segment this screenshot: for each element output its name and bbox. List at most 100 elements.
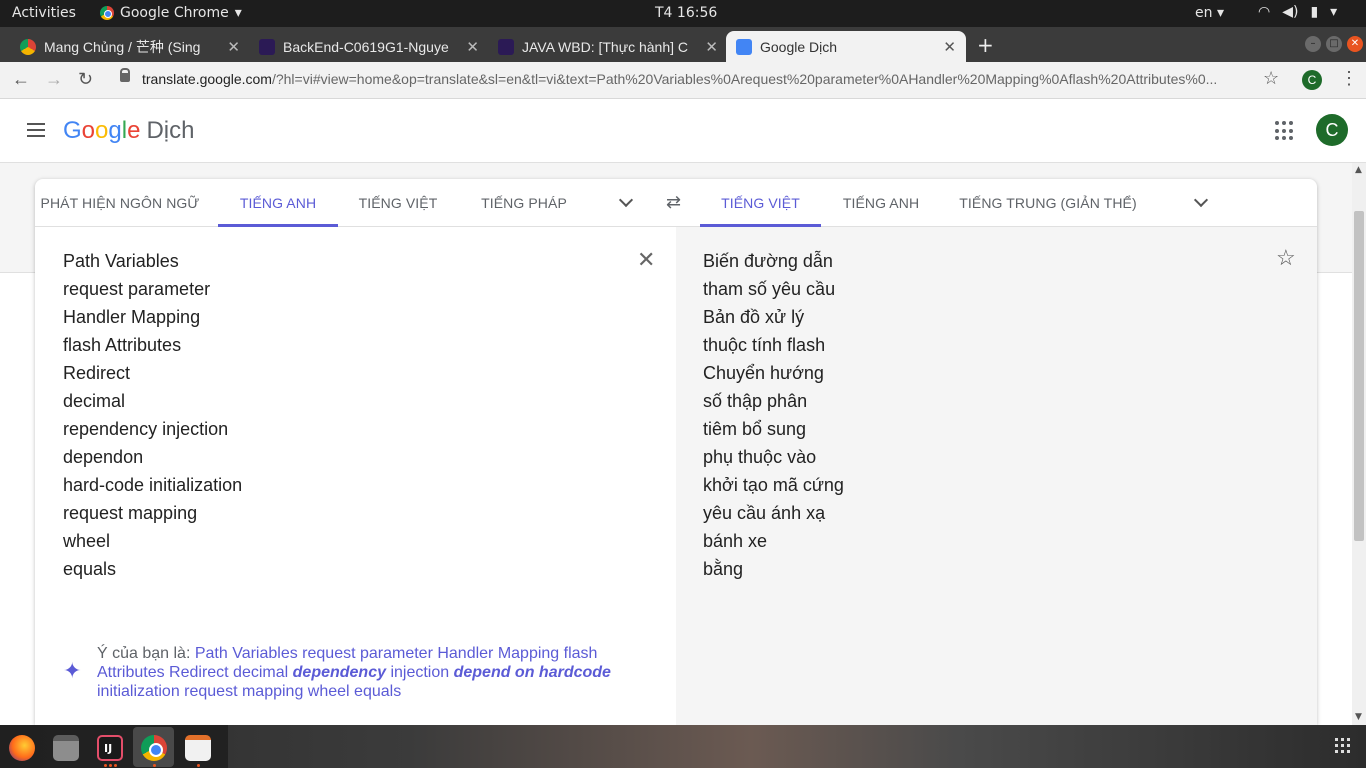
translation-line: tiêm bổ sung bbox=[703, 419, 807, 439]
close-window-icon[interactable]: ✕ bbox=[1347, 36, 1363, 52]
source-lang-vietnamese[interactable]: TIẾNG VIỆT bbox=[348, 179, 448, 227]
chrome-icon bbox=[100, 6, 114, 20]
source-line: Redirect bbox=[63, 363, 131, 383]
browser-tab-strip: Mang Chủng / 芒种 (Sing ✕ BackEnd-C0619G1-… bbox=[0, 27, 1366, 62]
tab-title: Mang Chủng / 芒种 (Sing bbox=[44, 38, 201, 55]
new-tab-icon[interactable]: + bbox=[977, 33, 994, 57]
source-line: Path Variables bbox=[63, 251, 179, 271]
translation-text: Biến đường dẫn tham số yêu cầu Bản đồ xử… bbox=[703, 247, 844, 583]
suggestion-correction[interactable]: depend on hardcode bbox=[454, 664, 611, 681]
translation-line: khởi tạo mã cứng bbox=[703, 475, 844, 495]
browser-tab[interactable]: BackEnd-C0619G1-Nguye ✕ bbox=[249, 31, 489, 62]
source-line: decimal bbox=[63, 391, 126, 411]
show-applications-icon[interactable] bbox=[1335, 738, 1350, 753]
battery-icon: ▮ bbox=[1310, 4, 1319, 20]
translation-line: bánh xe bbox=[703, 531, 768, 551]
activities-button[interactable]: Activities bbox=[12, 5, 76, 21]
target-lang-vietnamese[interactable]: TIẾNG VIỆT bbox=[700, 179, 821, 227]
source-line: hard-code initialization bbox=[63, 475, 243, 495]
running-indicator bbox=[114, 764, 117, 767]
target-lang-chinese-simplified[interactable]: TIẾNG TRUNG (GIẢN THỂ) bbox=[955, 179, 1141, 227]
scrollbar-thumb[interactable] bbox=[1354, 211, 1364, 541]
volume-icon: ◀) bbox=[1282, 4, 1299, 20]
running-indicator bbox=[104, 764, 107, 767]
language-bar: PHÁT HIỆN NGÔN NGỮ TIẾNG ANH TIẾNG VIỆT … bbox=[35, 179, 1317, 227]
browser-tab-active[interactable]: Google Dịch ✕ bbox=[726, 31, 966, 62]
scroll-up-icon[interactable]: ▲ bbox=[1355, 165, 1362, 175]
running-indicator bbox=[153, 764, 156, 767]
running-indicator bbox=[109, 764, 112, 767]
input-language-menu[interactable]: en ▾ bbox=[1195, 5, 1224, 21]
close-tab-icon[interactable]: ✕ bbox=[466, 38, 479, 56]
product-name: Dịch bbox=[146, 117, 195, 144]
bookmark-star-icon[interactable]: ☆ bbox=[1263, 68, 1279, 89]
browser-toolbar: ← → ↻ translate.google.com/?hl=vi#view=h… bbox=[0, 62, 1366, 99]
translation-line: tham số yêu cầu bbox=[703, 279, 836, 299]
hamburger-menu-icon[interactable] bbox=[27, 123, 45, 137]
chrome-dock-icon[interactable] bbox=[141, 735, 167, 761]
tab-title: BackEnd-C0619G1-Nguye bbox=[283, 38, 449, 55]
forward-icon[interactable]: → bbox=[45, 69, 63, 90]
account-avatar[interactable]: C bbox=[1316, 114, 1348, 146]
more-options-icon[interactable]: ⋮ bbox=[1340, 68, 1358, 89]
source-line: request mapping bbox=[63, 503, 198, 523]
translation-line: Chuyển hướng bbox=[703, 363, 824, 383]
address-bar[interactable]: translate.google.com/?hl=vi#view=home&op… bbox=[142, 71, 1252, 87]
translation-line: Biến đường dẫn bbox=[703, 251, 833, 271]
gitlab-favicon-icon bbox=[498, 38, 514, 55]
running-indicator bbox=[197, 764, 200, 767]
google-translate-favicon-icon bbox=[736, 38, 752, 55]
source-line: dependon bbox=[63, 447, 144, 467]
source-line: wheel bbox=[63, 531, 111, 551]
app-menu[interactable]: Google Chrome ▾ bbox=[100, 5, 242, 21]
system-tray[interactable]: ◠ ◀) ▮ ▾ bbox=[1258, 4, 1337, 20]
back-icon[interactable]: ← bbox=[12, 69, 30, 90]
google-translate-logo[interactable]: Google Dịch bbox=[63, 117, 194, 145]
sparkle-icon: ✦ bbox=[63, 658, 82, 683]
files-icon[interactable] bbox=[53, 735, 79, 761]
source-lang-french[interactable]: TIẾNG PHÁP bbox=[470, 179, 578, 227]
source-lang-english[interactable]: TIẾNG ANH bbox=[218, 179, 338, 227]
source-text[interactable]: Path Variables request parameter Handler… bbox=[63, 247, 242, 583]
suggestion-link[interactable]: initialization request mapping wheel equ… bbox=[97, 683, 401, 700]
firefox-icon[interactable] bbox=[9, 735, 35, 761]
profile-avatar[interactable]: C bbox=[1302, 70, 1322, 90]
target-lang-english[interactable]: TIẾNG ANH bbox=[833, 179, 929, 227]
tab-title: JAVA WBD: [Thực hành] C bbox=[522, 38, 689, 55]
lock-icon[interactable] bbox=[120, 68, 130, 82]
scroll-down-icon[interactable]: ▼ bbox=[1355, 712, 1362, 722]
reload-icon[interactable]: ↻ bbox=[78, 69, 93, 90]
suggestion-link[interactable]: injection bbox=[386, 664, 454, 681]
browser-tab[interactable]: Mang Chủng / 芒种 (Sing ✕ bbox=[10, 31, 250, 62]
source-line: Handler Mapping bbox=[63, 307, 201, 327]
clock[interactable]: T4 16:56 bbox=[655, 5, 717, 21]
did-you-mean-suggestion[interactable]: Ý của bạn là: Path Variables request par… bbox=[97, 644, 617, 701]
minimize-icon[interactable]: – bbox=[1305, 36, 1321, 52]
clear-source-icon[interactable]: ✕ bbox=[637, 247, 655, 273]
intellij-icon[interactable] bbox=[97, 735, 123, 761]
browser-tab[interactable]: JAVA WBD: [Thực hành] C ✕ bbox=[488, 31, 728, 62]
music-favicon-icon bbox=[20, 38, 36, 55]
target-lang-more-chevron-icon[interactable] bbox=[1193, 192, 1209, 208]
source-line: equals bbox=[63, 559, 117, 579]
source-lang-more-chevron-icon[interactable] bbox=[618, 192, 634, 208]
page-scrollbar[interactable]: ▲ ▼ bbox=[1352, 163, 1366, 725]
wifi-icon: ◠ bbox=[1258, 4, 1271, 20]
close-tab-icon[interactable]: ✕ bbox=[943, 38, 956, 56]
close-tab-icon[interactable]: ✕ bbox=[705, 38, 718, 56]
translation-output-area: Biến đường dẫn tham số yêu cầu Bản đồ xử… bbox=[676, 227, 1317, 725]
url-host: translate.google.com bbox=[142, 71, 272, 87]
close-tab-icon[interactable]: ✕ bbox=[227, 38, 240, 56]
input-language-label: en bbox=[1195, 5, 1213, 21]
gitlab-favicon-icon bbox=[259, 38, 275, 55]
app-menu-label: Google Chrome bbox=[120, 5, 229, 21]
translation-line: số thập phân bbox=[703, 391, 808, 411]
maximize-icon[interactable]: □ bbox=[1326, 36, 1342, 52]
source-lang-detect[interactable]: PHÁT HIỆN NGÔN NGỮ bbox=[35, 179, 205, 227]
suggestion-correction[interactable]: dependency bbox=[293, 664, 386, 681]
swap-languages-icon[interactable]: ⇄ bbox=[666, 192, 681, 213]
google-apps-icon[interactable] bbox=[1275, 121, 1295, 141]
source-text-area[interactable]: Path Variables request parameter Handler… bbox=[35, 227, 676, 725]
save-translation-star-icon[interactable]: ☆ bbox=[1276, 245, 1296, 271]
text-editor-icon[interactable] bbox=[185, 735, 211, 761]
